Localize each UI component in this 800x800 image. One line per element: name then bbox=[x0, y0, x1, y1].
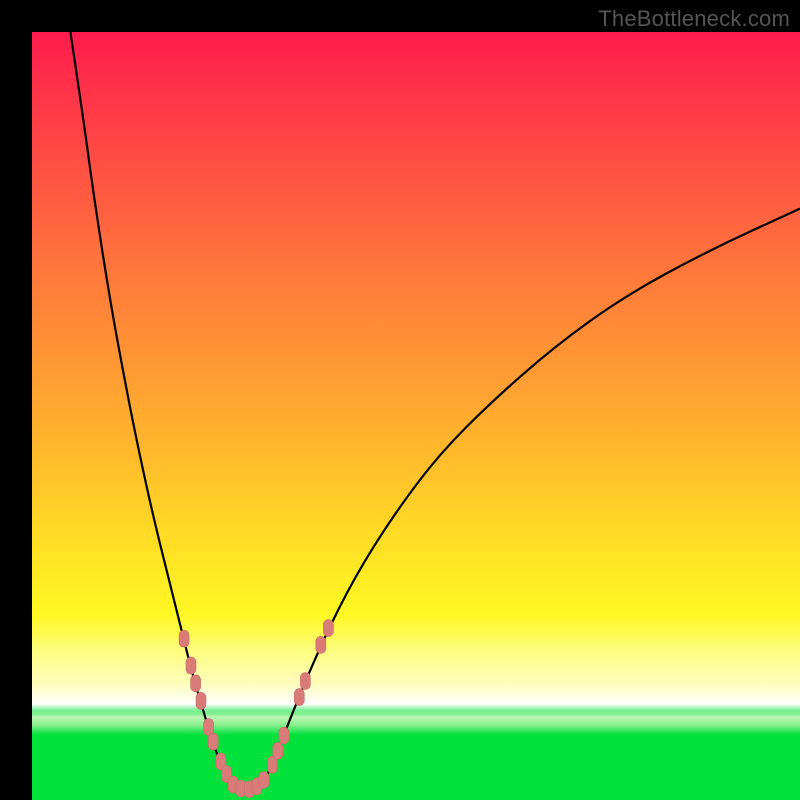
curve-markers bbox=[179, 620, 333, 798]
curve-layer bbox=[32, 32, 800, 800]
curve-marker bbox=[179, 630, 189, 647]
curve-marker bbox=[259, 772, 269, 789]
curve-marker bbox=[316, 636, 326, 653]
bottleneck-curve bbox=[70, 32, 800, 789]
curve-marker bbox=[279, 727, 289, 744]
curve-marker bbox=[196, 692, 206, 709]
curve-marker bbox=[273, 742, 283, 759]
curve-marker bbox=[300, 673, 310, 690]
chart-frame: TheBottleneck.com bbox=[0, 0, 800, 800]
curve-marker bbox=[186, 657, 196, 674]
curve-marker bbox=[208, 733, 218, 750]
curve-marker bbox=[323, 620, 333, 637]
curve-marker bbox=[294, 689, 304, 706]
curve-marker bbox=[191, 675, 201, 692]
plot-area bbox=[32, 32, 800, 800]
attribution-text: TheBottleneck.com bbox=[598, 6, 790, 32]
